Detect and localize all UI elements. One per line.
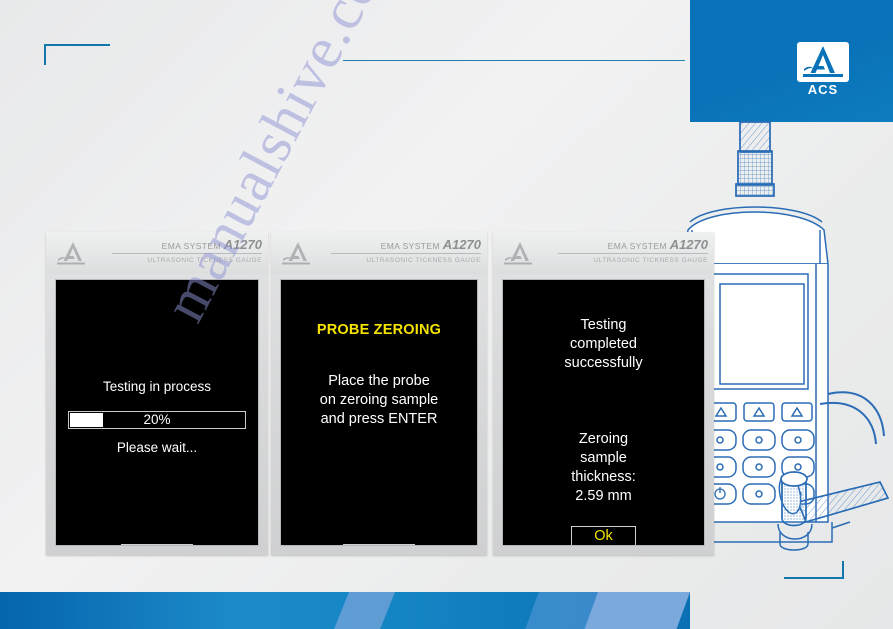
acs-a-glyph-icon (504, 242, 532, 265)
completion-message: Testing completed successfully (507, 316, 700, 373)
device-system-label: EMA SYSTEM (161, 241, 221, 251)
page-root: ACS EMA SYSTEM A1270 ULTRASONIC TICKNESS… (0, 0, 893, 629)
testing-status-text: Testing in process (102, 379, 212, 394)
acs-a-glyph-icon (803, 46, 843, 77)
lcd-screen-testing-completed: Testing completed successfully Zeroing s… (502, 279, 705, 546)
device-branding: EMA SYSTEM A1270 ULTRASONIC TICKNESS GAU… (331, 237, 481, 264)
result-thickness-value: 2.59 mm (575, 488, 632, 504)
acs-a-glyph-icon (57, 242, 85, 265)
device-system-label: EMA SYSTEM (380, 241, 440, 251)
lcd-screen-probe-zeroing: PROBE ZEROING Place the probe on zeroing… (280, 279, 478, 546)
corner-bracket-bottom-right (784, 561, 844, 579)
device-panel-probe-zeroing: EMA SYSTEM A1270 ULTRASONIC TICKNESS GAU… (271, 232, 487, 555)
completion-line-3: successfully (564, 355, 643, 371)
device-header: EMA SYSTEM A1270 ULTRASONIC TICKNESS GAU… (46, 232, 268, 274)
device-header: EMA SYSTEM A1270 ULTRASONIC TICKNESS GAU… (271, 232, 487, 274)
device-subtitle: ULTRASONIC TICKNESS GAUGE (366, 257, 481, 264)
device-model-line: EMA SYSTEM A1270 (331, 237, 481, 254)
device-panel-testing-in-process: EMA SYSTEM A1270 ULTRASONIC TICKNESS GAU… (46, 232, 268, 555)
device-model-line: EMA SYSTEM A1270 (112, 237, 262, 254)
cancel-button[interactable]: Cancel (343, 544, 415, 545)
result-line-1: Zeroing (578, 431, 629, 447)
instruction-line-2: on zeroing sample (319, 392, 439, 408)
device-subtitle: ULTRASONIC TICKNESS GAUGE (593, 257, 708, 264)
device-branding: EMA SYSTEM A1270 ULTRASONIC TICKNESS GAU… (112, 237, 262, 264)
acs-wordmark: ACS (807, 82, 839, 97)
device-panel-testing-completed: EMA SYSTEM A1270 ULTRASONIC TICKNESS GAU… (493, 232, 714, 555)
footer-ribbon-accent-b (584, 592, 690, 629)
acs-mark-icon (797, 42, 849, 82)
header-rule (343, 60, 685, 61)
result-line-2: sample (580, 450, 627, 466)
device-model: A1270 (223, 237, 262, 252)
instruction-line-1: Place the probe (328, 373, 430, 389)
progress-bar: 20% (68, 411, 246, 429)
device-system-label: EMA SYSTEM (607, 241, 667, 251)
device-branding: EMA SYSTEM A1270 ULTRASONIC TICKNESS GAU… (558, 237, 708, 264)
zeroing-result: Zeroing sample thickness: 2.59 mm (507, 430, 700, 506)
device-model-line: EMA SYSTEM A1270 (558, 237, 708, 254)
completion-line-2: completed (570, 336, 637, 352)
device-subtitle: ULTRASONIC TICKNESS GAUGE (147, 257, 262, 264)
probe-zeroing-instructions: Place the probe on zeroing sample and pr… (285, 372, 473, 429)
device-model: A1270 (442, 237, 481, 252)
instruction-line-3: and press ENTER (320, 411, 438, 427)
lcd-screen-testing-in-process: Testing in process 20% Please wait... Ca… (55, 279, 259, 546)
acs-logo: ACS (797, 42, 849, 97)
please-wait-text: Please wait... (116, 440, 198, 455)
result-line-3: thickness: (571, 469, 636, 485)
ok-button[interactable]: Ok (571, 526, 636, 545)
screenshot-strip: EMA SYSTEM A1270 ULTRASONIC TICKNESS GAU… (46, 232, 714, 557)
footer-ribbon (0, 592, 690, 629)
corner-bracket-top-left (44, 44, 110, 65)
probe-zeroing-title: PROBE ZEROING (316, 322, 442, 338)
progress-bar-label: 20% (143, 412, 171, 427)
acs-a-glyph-icon (282, 242, 310, 265)
device-header: EMA SYSTEM A1270 ULTRASONIC TICKNESS GAU… (493, 232, 714, 274)
brand-panel (690, 0, 893, 122)
completion-line-1: Testing (580, 317, 627, 333)
device-model: A1270 (669, 237, 708, 252)
cancel-button[interactable]: Cancel (121, 544, 193, 545)
